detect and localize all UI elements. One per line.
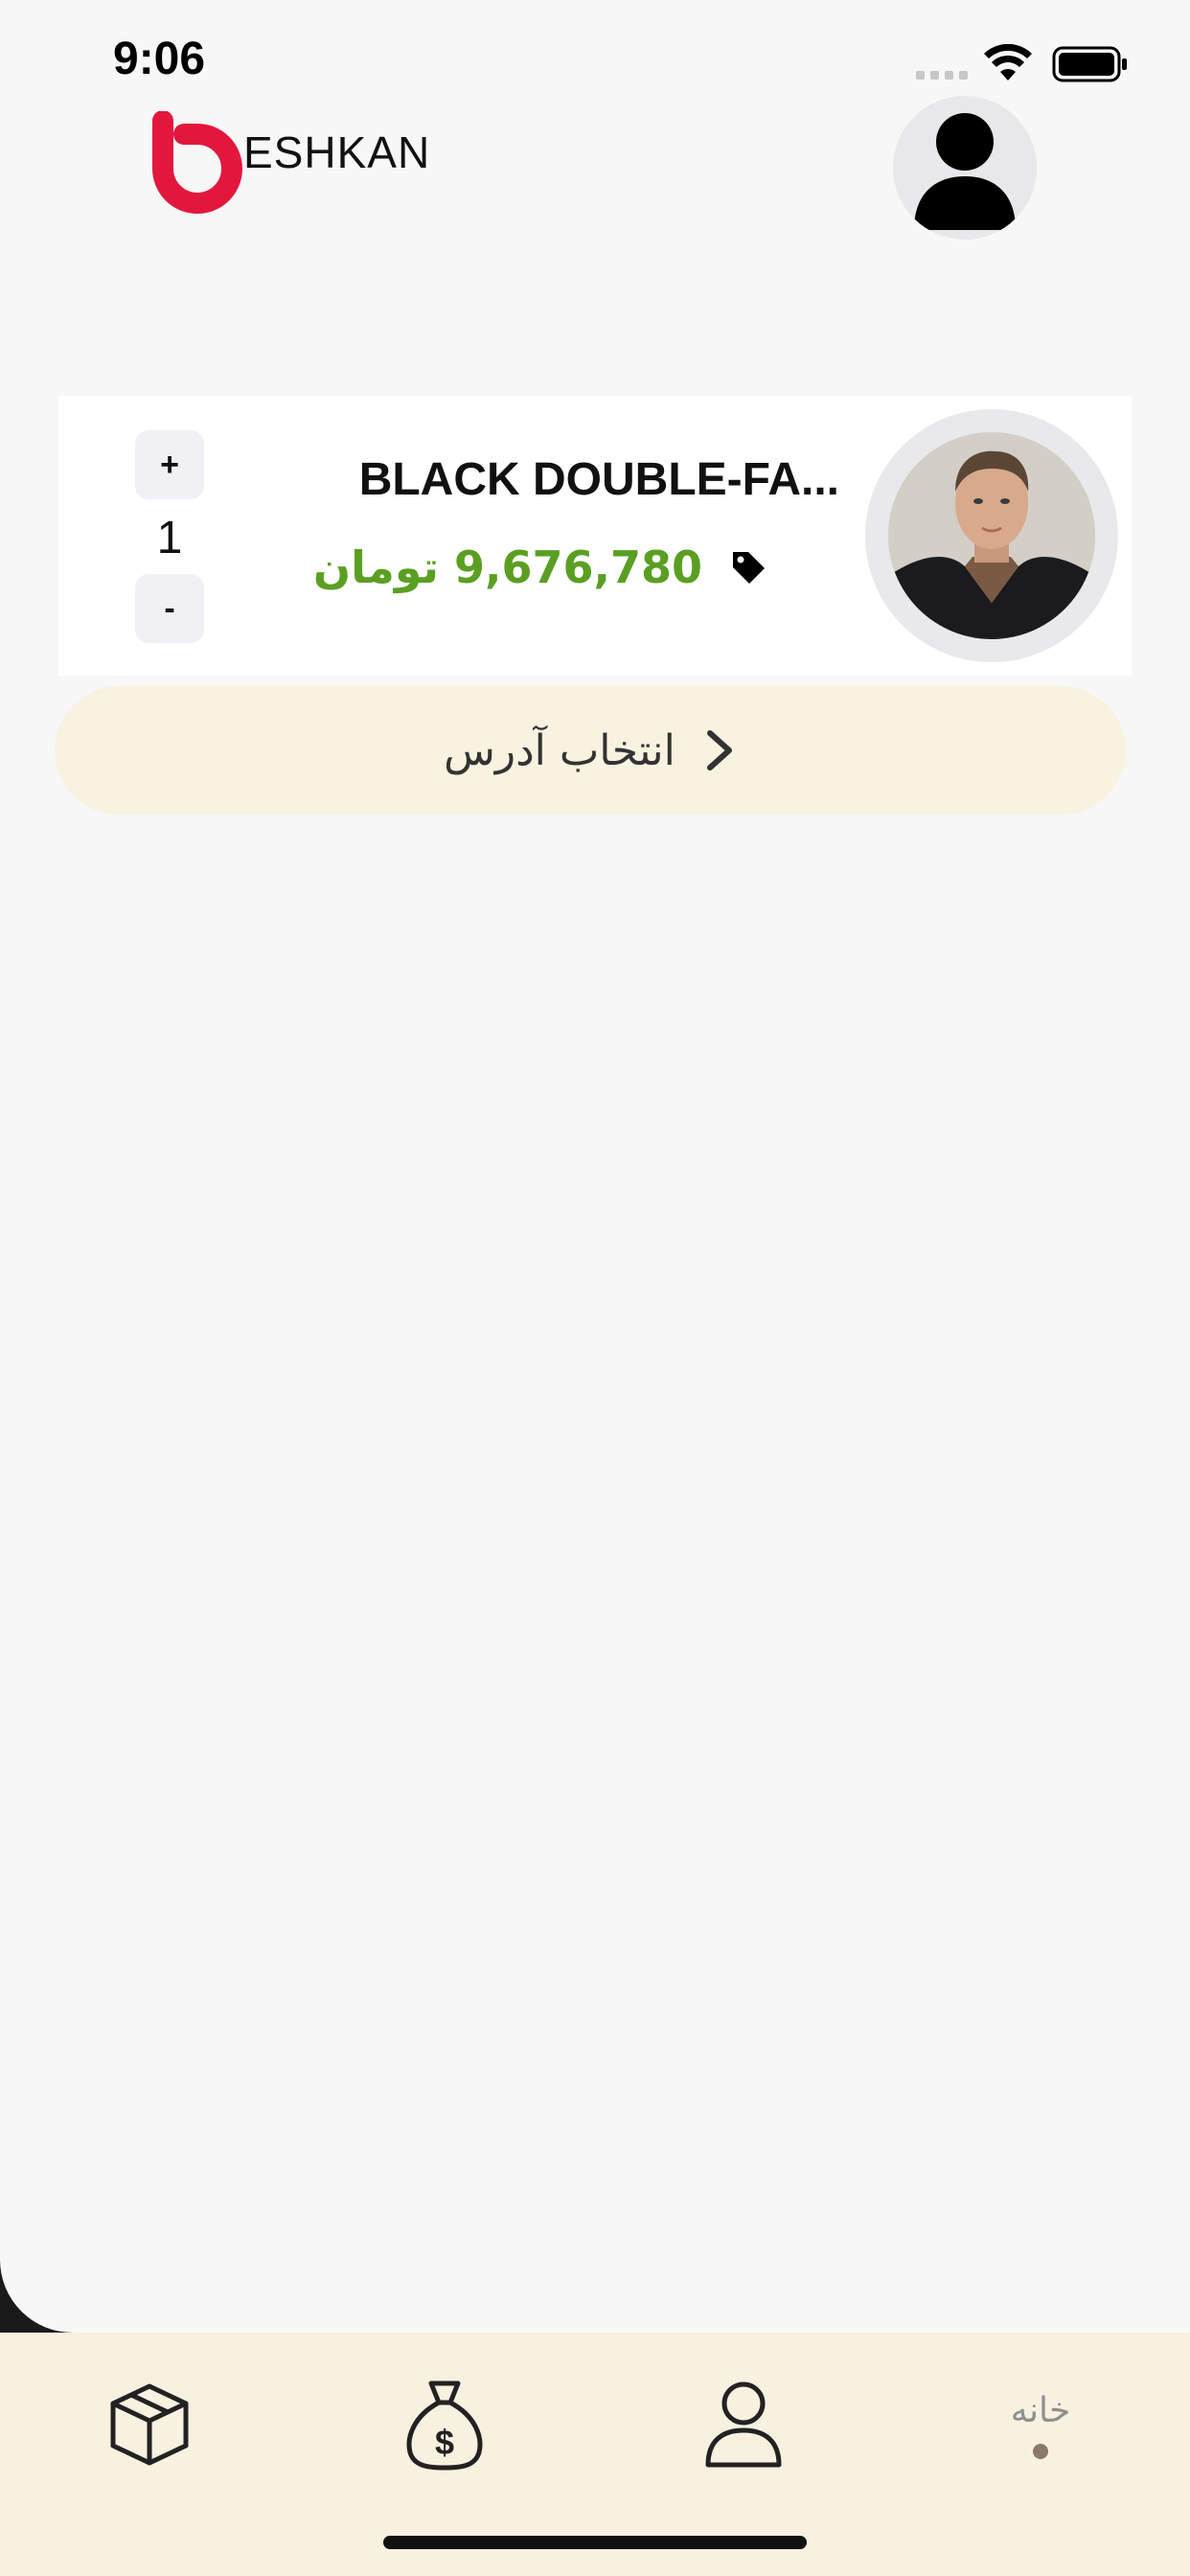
- chevron-right-icon: [706, 730, 732, 770]
- profile-avatar-button[interactable]: [893, 96, 1037, 240]
- cart-item: + 1 - BLACK DOUBLE-FA... 9,676,780 تومان: [58, 396, 1132, 676]
- decrease-quantity-button[interactable]: -: [135, 574, 204, 643]
- cellular-signal-icon: [916, 71, 968, 80]
- box-icon: [110, 2383, 189, 2466]
- tab-orders[interactable]: [92, 2367, 207, 2482]
- tab-wallet[interactable]: $: [387, 2367, 502, 2482]
- product-name: BLACK DOUBLE-FA...: [358, 454, 839, 505]
- price-tag-icon: [733, 552, 765, 584]
- product-price: 9,676,780 تومان: [312, 541, 702, 593]
- tab-home-label: خانه: [1010, 2390, 1071, 2430]
- tab-profile[interactable]: [686, 2367, 801, 2482]
- wifi-icon: [984, 44, 1032, 80]
- money-bag-icon: $: [406, 2380, 483, 2471]
- logo-mark-icon: [152, 111, 242, 214]
- product-photo: [888, 432, 1095, 639]
- quantity-value: 1: [156, 512, 183, 564]
- select-address-button[interactable]: انتخاب آدرس: [55, 686, 1126, 815]
- status-time: 9:06: [113, 34, 206, 84]
- app-logo[interactable]: ESHKAN: [146, 111, 430, 215]
- active-tab-indicator: [1033, 2443, 1048, 2459]
- product-image[interactable]: [865, 409, 1118, 662]
- tab-home[interactable]: خانه: [983, 2367, 1098, 2482]
- logo-text: ESHKAN: [243, 127, 431, 177]
- user-icon: [705, 2381, 782, 2468]
- svg-text:$: $: [435, 2423, 454, 2462]
- home-indicator[interactable]: [383, 2536, 807, 2549]
- user-avatar-icon: [914, 113, 1016, 230]
- app-screen: 9:06 ESHKAN + 1 - BLACK DOUBLE-FA... 9,6…: [0, 0, 1190, 2333]
- select-address-label: انتخاب آدرس: [444, 725, 675, 775]
- price-row: 9,676,780 تومان: [313, 541, 767, 593]
- battery-icon: [1052, 46, 1127, 82]
- increase-quantity-button[interactable]: +: [135, 430, 204, 499]
